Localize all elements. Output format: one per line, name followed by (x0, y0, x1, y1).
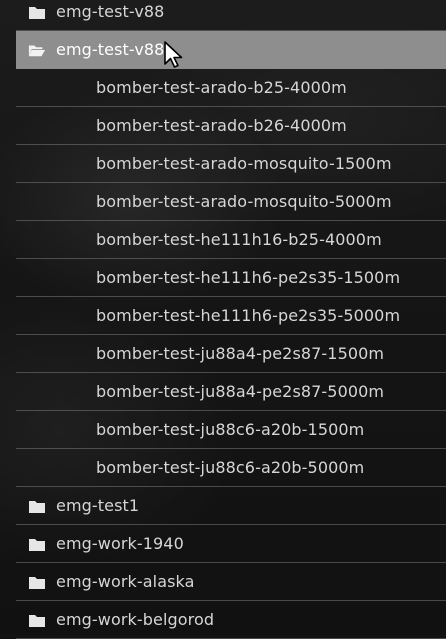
mission-item[interactable]: bomber-test-arado-b26-4000m (16, 107, 446, 145)
mission-item[interactable]: bomber-test-ju88a4-pe2s87-5000m (16, 373, 446, 411)
mission-label: bomber-test-ju88c6-a20b-1500m (96, 420, 365, 439)
mission-folder-list[interactable]: emg-test-v88 emg-test-v88 bomber-test-ar… (16, 0, 446, 639)
mission-item[interactable]: bomber-test-ju88c6-a20b-5000m (16, 449, 446, 487)
folder-item-emg-work-belgorod[interactable]: emg-work-belgorod (16, 601, 446, 639)
folder-item-emg-test1[interactable]: emg-test1 (16, 487, 446, 525)
folder-open-icon (28, 41, 46, 59)
folder-label: emg-work-belgorod (56, 610, 215, 629)
mission-item[interactable]: bomber-test-he111h6-pe2s35-5000m (16, 297, 446, 335)
folder-icon (28, 535, 46, 553)
folder-label: emg-work-alaska (56, 572, 195, 591)
mission-label: bomber-test-he111h6-pe2s35-1500m (96, 268, 401, 287)
mission-label: bomber-test-he111h6-pe2s35-5000m (96, 306, 401, 325)
mission-item[interactable]: bomber-test-ju88c6-a20b-1500m (16, 411, 446, 449)
mission-item[interactable]: bomber-test-arado-mosquito-5000m (16, 183, 446, 221)
folder-item-emg-work-alaska[interactable]: emg-work-alaska (16, 563, 446, 601)
mission-label: bomber-test-arado-mosquito-5000m (96, 192, 392, 211)
folder-icon (28, 573, 46, 591)
mission-item[interactable]: bomber-test-he111h6-pe2s35-1500m (16, 259, 446, 297)
folder-item-emg-work-1940[interactable]: emg-work-1940 (16, 525, 446, 563)
mission-item[interactable]: bomber-test-ju88a4-pe2s87-1500m (16, 335, 446, 373)
mission-label: bomber-test-ju88c6-a20b-5000m (96, 458, 365, 477)
folder-icon (28, 3, 46, 21)
mission-label: bomber-test-arado-b25-4000m (96, 78, 347, 97)
mission-item[interactable]: bomber-test-arado-mosquito-1500m (16, 145, 446, 183)
mission-item[interactable]: bomber-test-arado-b25-4000m (16, 69, 446, 107)
mission-item[interactable]: bomber-test-he111h16-b25-4000m (16, 221, 446, 259)
mission-label: bomber-test-arado-b26-4000m (96, 116, 347, 135)
folder-label: emg-test-v88 (56, 40, 165, 59)
folder-label: emg-test-v88 (56, 2, 165, 21)
folder-label: emg-work-1940 (56, 534, 184, 553)
folder-icon (28, 497, 46, 515)
folder-item-emg-test-v88-open[interactable]: emg-test-v88 (16, 31, 446, 69)
mission-label: bomber-test-he111h16-b25-4000m (96, 230, 382, 249)
folder-item-emg-test-v88[interactable]: emg-test-v88 (16, 0, 446, 31)
mission-label: bomber-test-ju88a4-pe2s87-1500m (96, 344, 385, 363)
mouse-pointer-icon (162, 40, 186, 70)
folder-label: emg-test1 (56, 496, 140, 515)
mission-label: bomber-test-ju88a4-pe2s87-5000m (96, 382, 385, 401)
folder-icon (28, 611, 46, 629)
mission-label: bomber-test-arado-mosquito-1500m (96, 154, 392, 173)
